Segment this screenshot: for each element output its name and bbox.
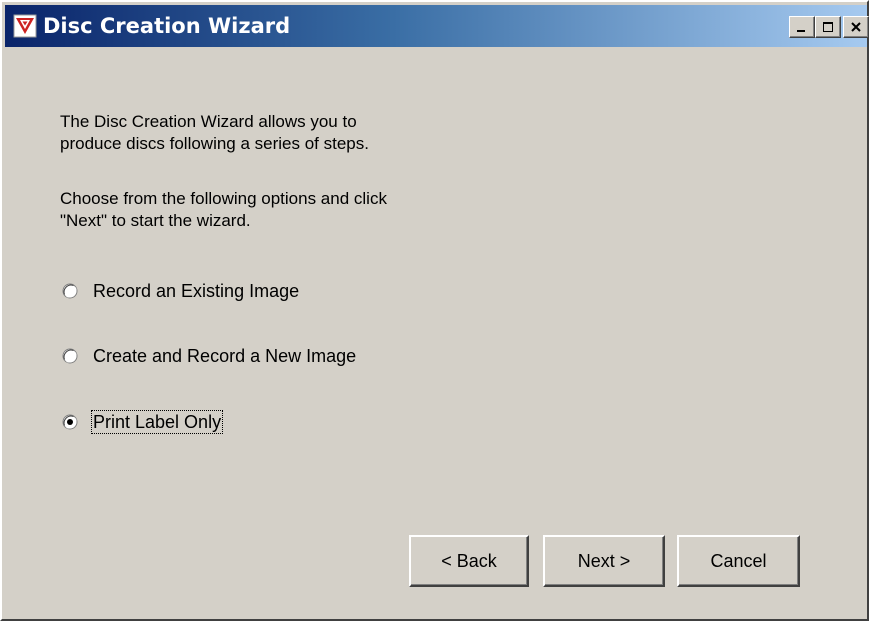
title-bar[interactable]: Disc Creation Wizard	[5, 5, 869, 47]
radio-selected-icon[interactable]	[62, 414, 78, 430]
maximize-icon	[822, 21, 834, 33]
intro-line-1: The Disc Creation Wizard allows you to	[60, 112, 357, 131]
minimize-icon	[796, 21, 808, 33]
next-button[interactable]: Next >	[543, 535, 665, 587]
radio-unselected-icon[interactable]	[62, 283, 78, 299]
wizard-window: Disc Creation Wizard The Disc Creation W…	[0, 0, 869, 621]
instructions-line-2: "Next" to start the wizard.	[60, 211, 251, 230]
intro-text: The Disc Creation Wizard allows you to p…	[60, 111, 520, 155]
close-button[interactable]	[843, 16, 869, 38]
instructions-line-1: Choose from the following options and cl…	[60, 189, 387, 208]
instructions-text: Choose from the following options and cl…	[60, 188, 520, 232]
option-label: Record an Existing Image	[93, 281, 300, 301]
maximize-button[interactable]	[815, 16, 841, 38]
minimize-button[interactable]	[789, 16, 815, 38]
radio-unselected-icon[interactable]	[62, 348, 78, 364]
close-icon	[850, 21, 862, 33]
option-label: Create and Record a New Image	[93, 346, 357, 366]
option-record-existing-image[interactable]: Record an Existing Image	[62, 279, 300, 303]
cancel-button[interactable]: Cancel	[677, 535, 800, 587]
option-print-label-only[interactable]: Print Label Only	[62, 410, 224, 434]
back-button[interactable]: < Back	[409, 535, 529, 587]
disc-wizard-icon	[13, 14, 37, 38]
window-title: Disc Creation Wizard	[43, 14, 291, 38]
option-label: Print Label Only	[90, 410, 224, 434]
option-create-and-record-new-image[interactable]: Create and Record a New Image	[62, 344, 357, 368]
intro-line-2: produce discs following a series of step…	[60, 134, 369, 153]
